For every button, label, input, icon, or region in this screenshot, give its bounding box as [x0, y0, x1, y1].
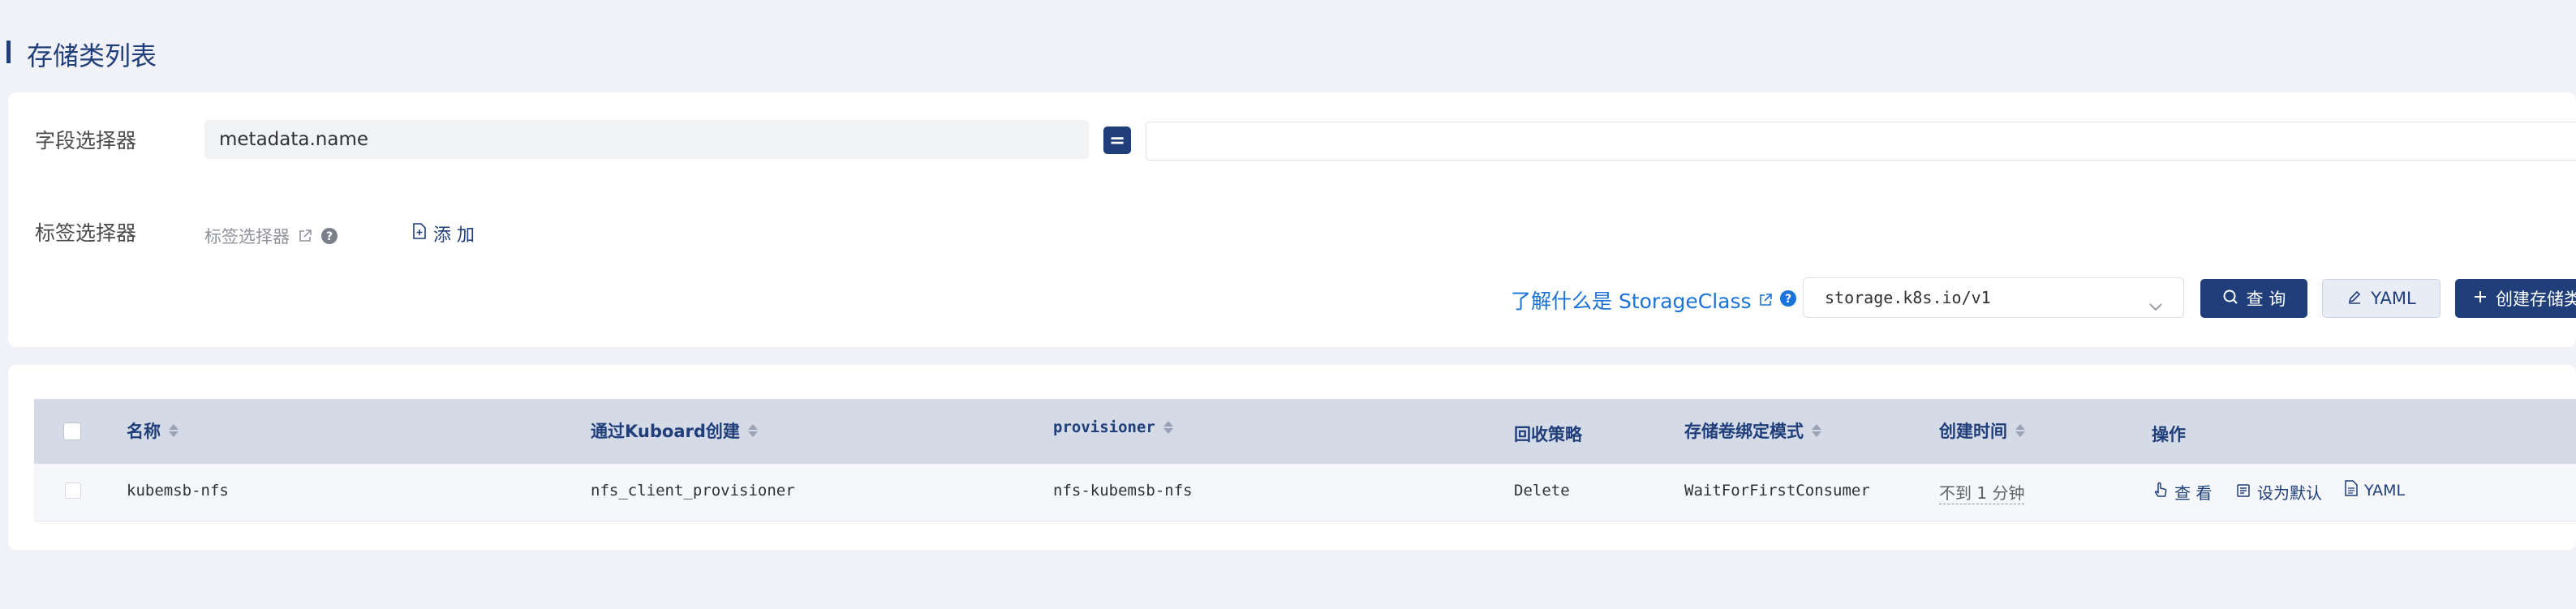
- set-default-button[interactable]: 设为默认: [2236, 480, 2322, 504]
- api-version-value: storage.k8s.io/v1: [1825, 288, 1991, 307]
- column-header-provisioner-label: provisioner: [1053, 418, 1155, 436]
- view-label: 查 看: [2174, 483, 2213, 503]
- cell-created-time: 不到 1 分钟: [1939, 480, 2025, 504]
- row-yaml-button[interactable]: YAML: [2345, 480, 2405, 500]
- plus-icon: [2473, 289, 2488, 308]
- column-header-reclaim-policy-label: 回收策略: [1514, 425, 1582, 444]
- help-icon[interactable]: ?: [320, 227, 338, 245]
- title-accent-bar: [6, 41, 11, 63]
- yaml-button-label: YAML: [2371, 289, 2416, 308]
- field-selector-input[interactable]: metadata.name: [204, 120, 1089, 159]
- column-header-reclaim-policy: 回收策略: [1514, 422, 1582, 446]
- chevron-down-icon: [2148, 289, 2164, 328]
- table-header: [34, 399, 2576, 464]
- sort-icon[interactable]: [1163, 421, 1173, 434]
- query-button[interactable]: 查 询: [2200, 279, 2307, 318]
- sort-icon[interactable]: [747, 424, 758, 437]
- sort-icon[interactable]: [2015, 424, 2025, 437]
- column-header-actions: 操作: [2152, 422, 2186, 446]
- row-yaml-label: YAML: [2364, 481, 2406, 500]
- learn-storageclass-link[interactable]: 了解什么是 StorageClass ?: [1511, 285, 1797, 315]
- external-link-icon: [1758, 289, 1773, 312]
- select-all-checkbox[interactable]: [63, 422, 81, 440]
- column-header-created-time-label: 创建时间: [1939, 422, 2007, 441]
- label-selector-label: 标签选择器: [35, 221, 137, 245]
- column-header-binding-mode-label: 存储卷绑定模式: [1684, 422, 1804, 441]
- view-button[interactable]: 查 看: [2153, 480, 2212, 504]
- row-checkbox[interactable]: [65, 482, 81, 499]
- external-link-icon: [298, 229, 312, 243]
- edit-icon: [2346, 289, 2363, 309]
- search-icon: [2222, 289, 2238, 309]
- create-storageclass-button[interactable]: 创建存储类: [2455, 279, 2576, 318]
- column-header-provisioner[interactable]: provisioner: [1053, 418, 1173, 436]
- label-selector-link[interactable]: 标签选择器 ?: [204, 224, 338, 248]
- yaml-button[interactable]: YAML: [2322, 279, 2441, 318]
- help-icon[interactable]: ?: [1779, 289, 1797, 312]
- label-selector-placeholder: 标签选择器: [204, 227, 290, 247]
- field-value-input[interactable]: [1146, 122, 2576, 161]
- cell-binding-mode: WaitForFirstConsumer: [1684, 482, 1870, 500]
- column-header-actions-label: 操作: [2152, 425, 2186, 444]
- svg-text:?: ?: [326, 230, 333, 243]
- column-header-created-by[interactable]: 通过Kuboard创建: [591, 418, 758, 443]
- hand-icon: [2153, 482, 2168, 502]
- learn-link-text: 了解什么是 StorageClass: [1511, 289, 1752, 313]
- cell-name[interactable]: kubemsb-nfs: [127, 482, 229, 500]
- file-icon: [2345, 480, 2358, 500]
- api-version-select[interactable]: storage.k8s.io/v1: [1803, 277, 2184, 318]
- set-default-label: 设为默认: [2257, 483, 2322, 503]
- cell-reclaim-policy: Delete: [1514, 482, 1570, 500]
- add-file-icon: [412, 223, 427, 244]
- sort-icon[interactable]: [1812, 424, 1821, 437]
- cell-provisioner: nfs-kubemsb-nfs: [1053, 482, 1193, 500]
- operator-button[interactable]: =: [1103, 127, 1131, 154]
- query-button-label: 查 询: [2246, 289, 2286, 309]
- field-selector-label: 字段选择器: [35, 129, 137, 152]
- column-header-created-by-label: 通过Kuboard创建: [591, 422, 740, 441]
- column-header-name[interactable]: 名称: [127, 418, 178, 443]
- add-label-text: 添 加: [433, 225, 475, 246]
- cell-created-by: nfs_client_provisioner: [591, 482, 795, 500]
- sort-icon[interactable]: [169, 424, 178, 437]
- add-label-button[interactable]: 添 加: [412, 221, 475, 247]
- create-button-label: 创建存储类: [2496, 289, 2576, 309]
- column-header-name-label: 名称: [127, 422, 161, 441]
- column-header-created-time[interactable]: 创建时间: [1939, 418, 2025, 443]
- svg-text:?: ?: [1784, 293, 1791, 306]
- column-header-binding-mode[interactable]: 存储卷绑定模式: [1684, 418, 1821, 443]
- default-icon: [2236, 482, 2251, 502]
- page-title: 存储类列表: [27, 41, 157, 71]
